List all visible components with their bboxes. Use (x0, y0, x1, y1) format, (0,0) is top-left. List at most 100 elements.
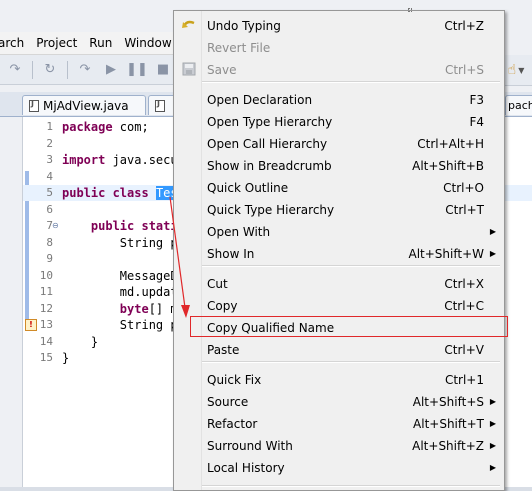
menu-item-shortcut: Alt+Shift+W (408, 246, 485, 261)
tab-label: pach (508, 99, 532, 112)
menu-resize-handle (408, 8, 412, 12)
menu-item-open-call-hierarchy[interactable]: Open Call Hierarchy Ctrl+Alt+H (176, 133, 502, 154)
menu-item-local-history[interactable]: Local History ▶ (176, 457, 502, 478)
submenu-arrow-icon: ▶ (489, 463, 496, 472)
menu-item-label: Open Call Hierarchy (207, 136, 328, 151)
context-menu: Undo Typing Ctrl+Z Revert File Save Ctrl+S Op… (173, 10, 505, 491)
menu-item-cut[interactable]: Cut Ctrl+X (176, 273, 502, 294)
menu-item-open-with[interactable]: Open With ▶ (176, 221, 502, 242)
pause-icon[interactable]: ❚❚ (126, 61, 148, 79)
line-number: 15 (39, 351, 53, 364)
stop-icon[interactable]: ■ (154, 61, 172, 79)
left-panel (0, 117, 22, 491)
menu-item-shortcut: Alt+Shift+B (412, 158, 484, 173)
keyword: public stati (90, 219, 178, 233)
submenu-arrow-icon: ▶ (489, 441, 496, 450)
step-icon[interactable]: ↷ (76, 61, 94, 79)
warning-marker-icon[interactable]: ! (25, 319, 37, 331)
code-text: String p (62, 317, 178, 333)
menu-item-label: Show In (207, 246, 255, 261)
code-token: } (90, 334, 99, 349)
menu-item-revert-file: Revert File (176, 37, 502, 58)
menubar: arch Project Run Window (0, 32, 180, 55)
menu-item-label: Cut (207, 276, 228, 291)
menu-item-undo-typing[interactable]: Undo Typing Ctrl+Z (176, 15, 502, 36)
menu-item-quick-outline[interactable]: Quick Outline Ctrl+O (176, 177, 502, 198)
menu-item-paste[interactable]: Paste Ctrl+V (176, 339, 502, 360)
menu-item-label: Open With (207, 224, 271, 239)
menu-item-label: Revert File (207, 40, 271, 55)
code-token: com; (112, 120, 149, 134)
menu-item-shortcut: Ctrl+X (444, 276, 484, 291)
menu-search[interactable]: arch (0, 36, 30, 50)
menu-item-label: Open Declaration (207, 92, 313, 107)
menu-item-save: Save Ctrl+S (176, 59, 502, 80)
menu-run[interactable]: Run (83, 36, 118, 50)
menu-project[interactable]: Project (30, 36, 83, 50)
menu-item-open-type-hierarchy[interactable]: Open Type Hierarchy F4 (176, 111, 502, 132)
menu-item-source[interactable]: Source Alt+Shift+S ▶ (176, 391, 502, 412)
menu-separator (202, 81, 500, 83)
submenu-arrow-icon: ▶ (489, 419, 496, 428)
code-text: package com; (62, 119, 149, 135)
chevron-down-icon[interactable]: ▼ (518, 66, 524, 75)
redo-icon[interactable]: ↷ (6, 61, 24, 79)
menu-item-label: Source (207, 394, 249, 409)
menu-item-show-in-breadcrumb[interactable]: Show in Breadcrumb Alt+Shift+B (176, 155, 502, 176)
line-number: 5 (46, 186, 53, 199)
line-number: 4 (46, 169, 53, 183)
menu-item-label: Local History (207, 460, 285, 475)
submenu-arrow-icon: ▶ (489, 397, 496, 406)
code-token: md.updat (119, 285, 178, 299)
tab-mjadview[interactable]: MjAdView.java (22, 95, 146, 115)
menu-item-shortcut: Ctrl+O (443, 180, 484, 195)
fold-toggle-icon[interactable]: ⊖ (52, 218, 59, 234)
resume-icon[interactable]: ▶ (102, 61, 120, 79)
menu-item-refactor[interactable]: Refactor Alt+Shift+T ▶ (176, 413, 502, 434)
refresh-icon[interactable]: ↻ (41, 61, 59, 79)
code-token: String p (119, 318, 178, 332)
line-number: 10 (39, 268, 53, 282)
code-text: } (62, 334, 98, 350)
menu-item-quick-type-hierarchy[interactable]: Quick Type Hierarchy Ctrl+T (176, 199, 502, 220)
menu-item-open-declaration[interactable]: Open Declaration F3 (176, 89, 502, 110)
menu-item-copy[interactable]: Copy Ctrl+C (176, 295, 502, 316)
menu-item-shortcut: Ctrl+C (444, 298, 484, 313)
menu-item-surround-with[interactable]: Surround With Alt+Shift+Z ▶ (176, 435, 502, 456)
code-text: public stati (62, 218, 178, 234)
menu-item-shortcut: Ctrl+1 (444, 372, 484, 387)
menu-window[interactable]: Window (118, 36, 177, 50)
menu-item-shortcut: Ctrl+T (445, 202, 484, 217)
menu-item-shortcut: Ctrl+Z (444, 18, 484, 33)
toolbar: ↷ ↻ ↷ ▶ ❚❚ ■ (0, 55, 180, 85)
toolbar-separator (67, 60, 68, 79)
menu-separator (202, 485, 500, 487)
line-number: 2 (46, 136, 53, 150)
tab-right[interactable]: pach (505, 95, 532, 115)
tab-label: MjAdView.java (43, 98, 129, 113)
code-text: String p (62, 235, 178, 251)
menu-item-shortcut: Alt+Shift+T (413, 416, 484, 431)
keyword: package (62, 120, 113, 134)
menu-item-show-in[interactable]: Show In Alt+Shift+W ▶ (176, 243, 502, 264)
line-number: 1 (46, 120, 53, 133)
menu-item-quick-fix[interactable]: Quick Fix Ctrl+1 (176, 369, 502, 390)
submenu-arrow-icon: ▶ (489, 249, 496, 258)
save-icon (181, 61, 197, 77)
code-text: public class Tes (62, 185, 178, 201)
menu-item-label: Save (207, 62, 237, 77)
pointer-icon[interactable]: ☝ (508, 62, 517, 78)
code-text: import java.secu (62, 152, 178, 168)
code-token: String p (119, 235, 178, 250)
menu-item-shortcut: Alt+Shift+S (412, 394, 484, 409)
menu-item-shortcut: F3 (469, 92, 484, 107)
submenu-arrow-icon: ▶ (489, 227, 496, 236)
code-text: md.updat (62, 284, 178, 300)
menu-item-label: Open Type Hierarchy (207, 114, 333, 129)
